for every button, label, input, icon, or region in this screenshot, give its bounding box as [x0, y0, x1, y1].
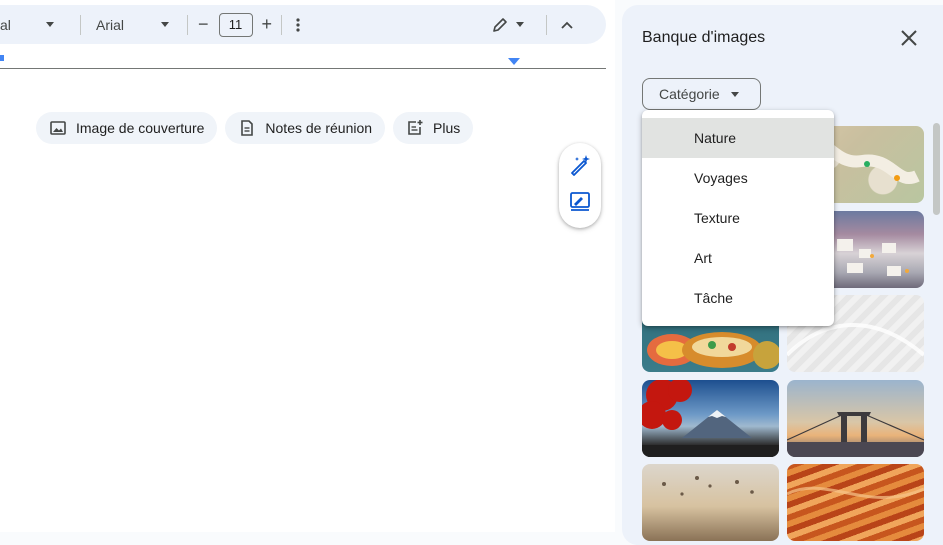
more-options-button[interactable]	[296, 17, 300, 32]
image-thumbnail[interactable]	[787, 380, 924, 457]
ruler	[0, 68, 606, 69]
category-option-art[interactable]: Art	[642, 238, 834, 278]
category-option-voyages[interactable]: Voyages	[642, 158, 834, 198]
formatting-toolbar: al Arial − 11 +	[0, 5, 606, 44]
document-area[interactable]: al Arial − 11 + Image de couverture Note…	[0, 0, 615, 532]
font-select-value: Arial	[96, 16, 125, 33]
chip-label: Image de couverture	[76, 120, 205, 136]
chip-label: Notes de réunion	[265, 120, 373, 136]
toolbar-divider	[546, 14, 548, 35]
smart-chips-row: Image de couverture Notes de réunion Plu…	[36, 112, 474, 144]
close-panel-button[interactable]	[899, 28, 919, 48]
style-select-value: al	[0, 16, 11, 33]
toolbar-divider	[281, 14, 283, 35]
increase-font-size-button[interactable]: +	[262, 14, 273, 35]
category-dropdown-menu: Nature Voyages Texture Art Tâche	[642, 110, 834, 326]
suggest-edits-button[interactable]	[569, 190, 591, 217]
document-icon	[241, 120, 254, 136]
style-select[interactable]: al	[0, 17, 74, 33]
toolbar-divider	[187, 14, 188, 35]
category-option-nature[interactable]: Nature	[642, 118, 834, 158]
signature-edit-icon	[570, 192, 590, 212]
panel-title: Banque d'images	[642, 29, 766, 46]
bridge-sunset	[787, 412, 924, 457]
floating-action-pill	[559, 143, 601, 228]
close-icon	[901, 30, 917, 46]
image-thumbnail[interactable]	[642, 380, 779, 457]
sandstone-waves	[787, 486, 924, 499]
font-size-input[interactable]: 11	[218, 12, 253, 37]
editing-mode-button[interactable]	[492, 17, 525, 33]
decrease-font-size-button[interactable]: −	[198, 14, 209, 35]
more-templates-chip[interactable]: Plus	[393, 112, 474, 144]
font-select[interactable]: Arial	[81, 17, 177, 33]
category-option-tache[interactable]: Tâche	[642, 278, 834, 318]
hot-air-balloons	[662, 476, 754, 496]
meeting-notes-chip[interactable]: Notes de réunion	[225, 112, 386, 144]
chevron-down-icon	[730, 91, 739, 97]
option-label: Texture	[694, 210, 740, 226]
mount-fuji-red-tree	[642, 380, 779, 457]
option-label: Tâche	[694, 290, 733, 306]
more-vert-icon	[296, 17, 300, 32]
help-me-write-button[interactable]	[569, 154, 591, 181]
option-label: Nature	[694, 130, 737, 146]
chevron-down-icon	[161, 22, 170, 27]
cover-image-chip[interactable]: Image de couverture	[36, 112, 218, 144]
pencil-icon	[493, 17, 507, 32]
chevron-up-icon	[561, 21, 573, 29]
scrollbar-thumb[interactable]	[933, 123, 940, 215]
add-note-icon	[408, 120, 423, 135]
option-label: Voyages	[694, 170, 748, 186]
category-select-label: Catégorie	[659, 86, 720, 102]
minus-icon: −	[198, 14, 209, 34]
image-icon	[50, 121, 66, 135]
plus-icon: +	[261, 14, 273, 34]
category-select[interactable]: Catégorie	[642, 78, 761, 110]
image-thumbnail[interactable]	[787, 464, 924, 541]
image-thumbnail[interactable]	[642, 464, 779, 541]
ruler-indent-marker[interactable]	[0, 55, 4, 61]
magic-pen-icon	[571, 154, 590, 176]
option-label: Art	[694, 250, 712, 266]
collapse-toolbar-button[interactable]	[561, 21, 573, 29]
ruler-margin-marker[interactable]	[508, 58, 520, 65]
chevron-down-icon	[516, 22, 525, 27]
category-option-texture[interactable]: Texture	[642, 198, 834, 238]
chip-label: Plus	[433, 120, 461, 136]
font-size-value: 11	[228, 17, 243, 32]
chevron-down-icon	[45, 22, 54, 27]
